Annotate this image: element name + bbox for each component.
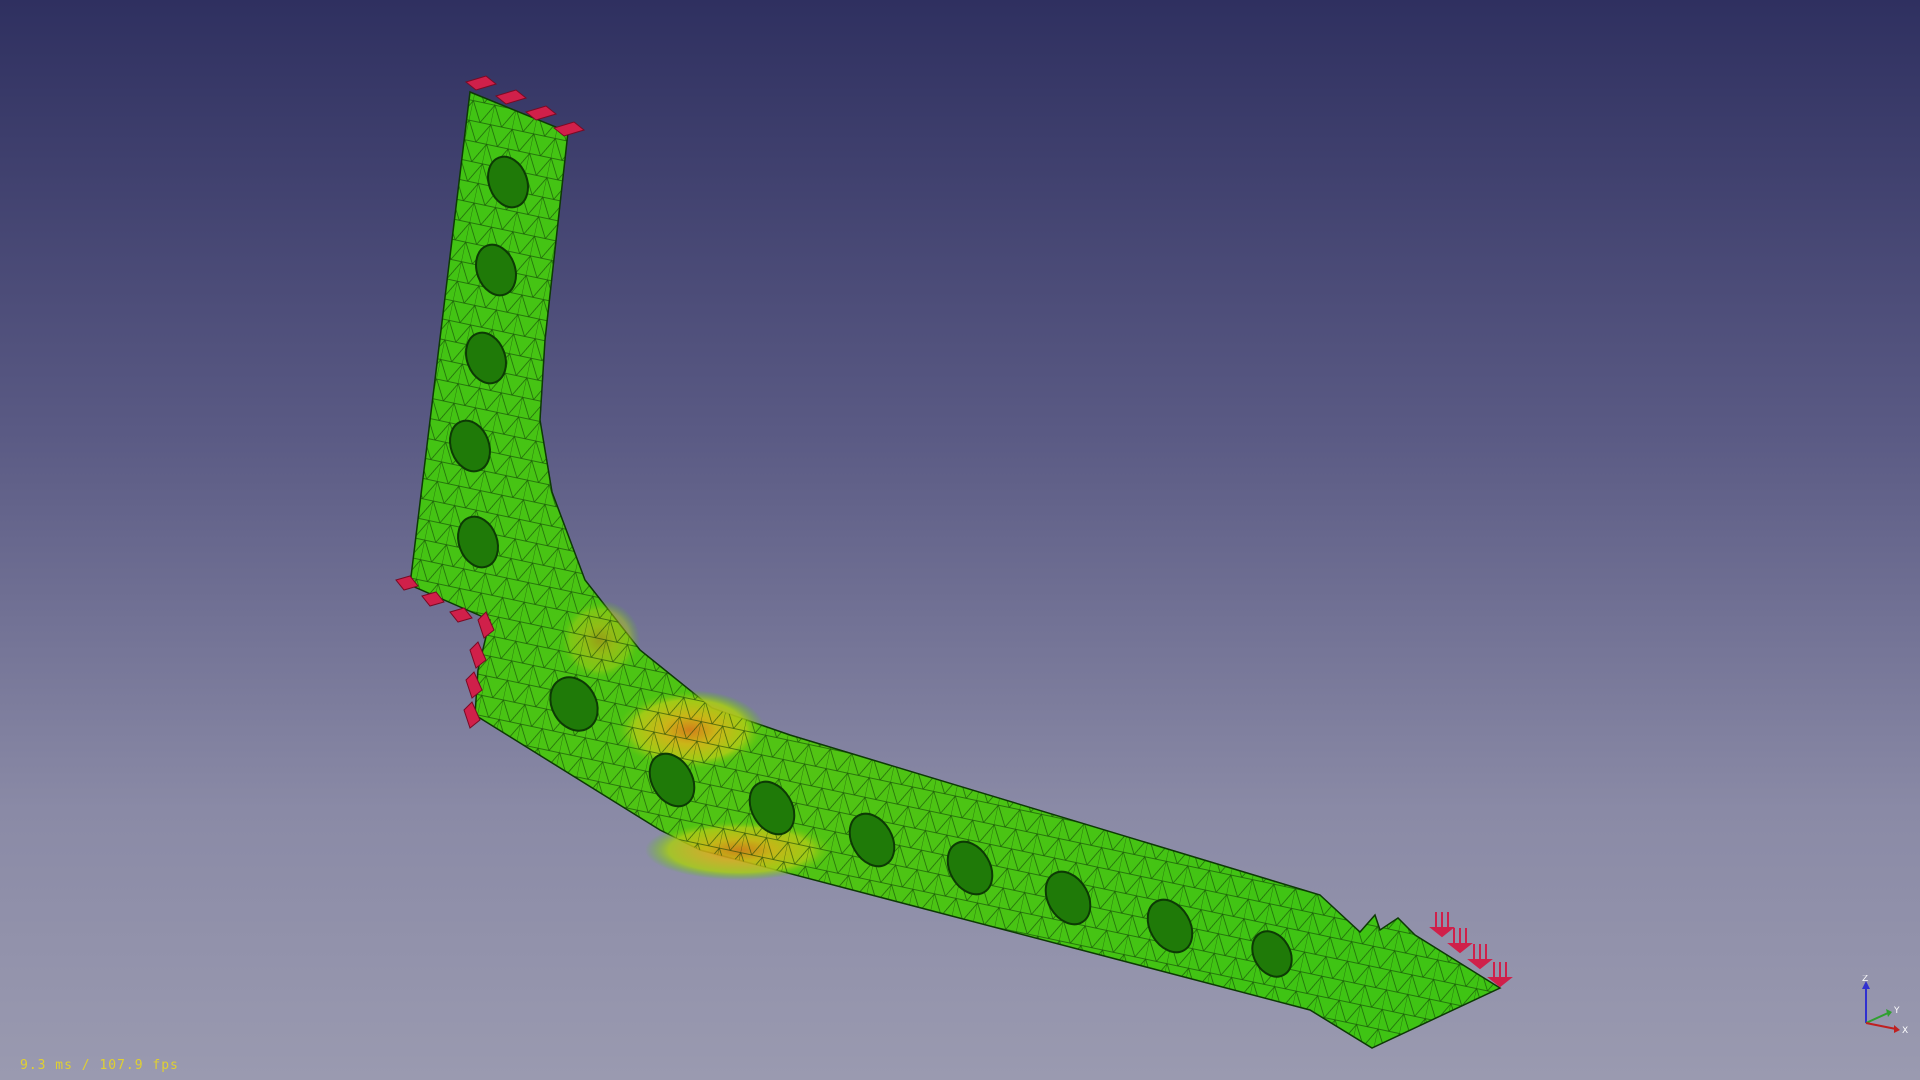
force-arrow-icon	[1447, 928, 1473, 954]
3d-viewport[interactable]	[0, 0, 1920, 1080]
fps-counter: 9.3 ms / 107.9 fps	[20, 1058, 179, 1073]
axis-z-label: Z	[1862, 975, 1868, 984]
force-arrow-icon	[1429, 912, 1455, 938]
force-arrow-icon	[1487, 962, 1513, 988]
fem-bracket-mesh[interactable]	[409, 90, 1502, 1049]
constraint-marker	[464, 75, 498, 91]
force-arrow-icon	[1467, 944, 1493, 970]
axis-x-label: X	[1902, 1026, 1908, 1036]
axis-y-label: Y	[1893, 1006, 1900, 1016]
constraint-marker	[494, 89, 528, 105]
axis-triad: Z Y X	[1862, 975, 1908, 1036]
